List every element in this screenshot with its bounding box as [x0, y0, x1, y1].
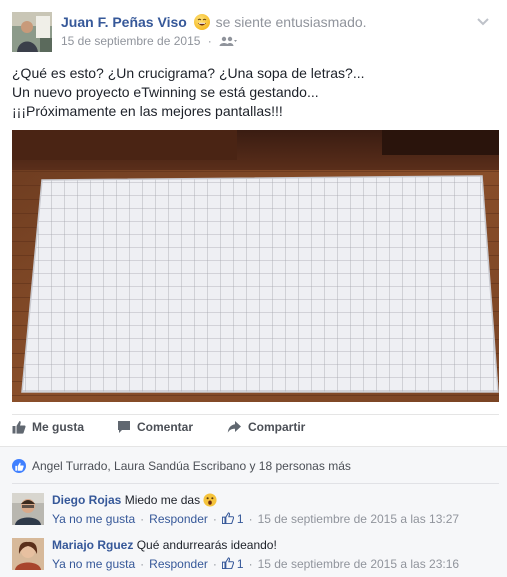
comment-item: Diego Rojas Miedo me das Ya no me gusta …	[12, 493, 500, 533]
facebook-post: Juan F. Peñas Viso se siente entusiasmad…	[0, 0, 507, 577]
comment-like-thumbs-up-icon[interactable]	[221, 557, 235, 571]
meta-separator: ·	[212, 512, 217, 526]
comment-timestamp[interactable]: 15 de septiembre de 2015 a las 13:27	[258, 512, 459, 526]
excited-emoji-icon	[193, 14, 210, 30]
post-text-line: ¡¡¡Próximamente en las mejores pantallas…	[12, 103, 283, 119]
post-header: Juan F. Peñas Viso se siente entusiasmad…	[12, 12, 495, 52]
comment-meta: Ya no me gusta · Responder · 1 · 15 de s…	[52, 512, 459, 526]
comment-like-count[interactable]: 1	[237, 512, 244, 526]
comment-button[interactable]: Comentar	[117, 420, 193, 434]
comment-item: Mariajo Rguez Qué andurrearás ideando! Y…	[12, 538, 500, 577]
comment-body: Diego Rojas Miedo me das	[52, 493, 217, 507]
like-badge-icon	[12, 459, 26, 473]
comments-divider	[12, 483, 499, 484]
unlike-comment-link[interactable]: Ya no me gusta	[52, 512, 135, 526]
post-text: ¿Qué es esto? ¿Un crucigrama? ¿Una sopa …	[12, 64, 492, 121]
comment-like-thumbs-up-icon[interactable]	[221, 512, 235, 526]
post-date[interactable]: 15 de septiembre de 2015	[61, 34, 200, 48]
commenter-name[interactable]: Mariajo Rguez	[52, 538, 133, 552]
meta-separator: ·	[248, 557, 253, 571]
author-line: Juan F. Peñas Viso se siente entusiasmad…	[61, 14, 367, 30]
comment-body: Mariajo Rguez Qué andurrearás ideando!	[52, 538, 277, 552]
commenter-name[interactable]: Diego Rojas	[52, 493, 121, 507]
comment-text: Qué andurrearás ideando!	[136, 538, 277, 552]
scared-emoji-icon	[203, 493, 217, 507]
commenter-avatar[interactable]	[12, 538, 44, 570]
author-name[interactable]: Juan F. Peñas Viso	[61, 14, 187, 30]
like-button[interactable]: Me gusta	[12, 420, 84, 434]
comment-icon	[118, 421, 130, 433]
comments-section: Angel Turrado, Laura Sandúa Escribano y …	[0, 446, 507, 577]
comment-text: Miedo me das	[124, 493, 201, 507]
audience-friends-icon[interactable]	[219, 34, 238, 48]
comment-meta: Ya no me gusta · Responder · 1 · 15 de s…	[52, 557, 459, 571]
meta-separator: ·	[207, 34, 212, 48]
post-meta: 15 de septiembre de 2015 ·	[61, 34, 238, 48]
commenter-avatar[interactable]	[12, 493, 44, 525]
post-photo[interactable]	[12, 130, 499, 402]
author-avatar[interactable]	[12, 12, 52, 52]
feeling-text: se siente entusiasmado.	[215, 14, 367, 30]
post-text-line: ¿Qué es esto? ¿Un crucigrama? ¿Una sopa …	[12, 65, 365, 81]
share-arrow-icon	[227, 421, 241, 433]
thumbs-up-icon	[12, 421, 26, 434]
meta-separator: ·	[212, 557, 217, 571]
comment-timestamp[interactable]: 15 de septiembre de 2015 a las 23:16	[258, 557, 459, 571]
post-text-line: Un nuevo proyecto eTwinning se está gest…	[12, 84, 319, 100]
likes-summary-text: Angel Turrado, Laura Sandúa Escribano y …	[32, 459, 351, 473]
post-options-chevron-down-icon[interactable]	[475, 14, 491, 30]
comment-label: Comentar	[137, 420, 194, 434]
actions-divider-top	[12, 414, 499, 415]
comment-like-count[interactable]: 1	[237, 557, 244, 571]
reply-link[interactable]: Responder	[149, 512, 208, 526]
like-label: Me gusta	[32, 420, 85, 434]
meta-separator: ·	[140, 557, 145, 571]
share-button[interactable]: Compartir	[227, 420, 305, 434]
meta-separator: ·	[140, 512, 145, 526]
meta-separator: ·	[248, 512, 253, 526]
reply-link[interactable]: Responder	[149, 557, 208, 571]
likes-summary[interactable]: Angel Turrado, Laura Sandúa Escribano y …	[12, 459, 351, 473]
unlike-comment-link[interactable]: Ya no me gusta	[52, 557, 135, 571]
share-label: Compartir	[248, 420, 306, 434]
